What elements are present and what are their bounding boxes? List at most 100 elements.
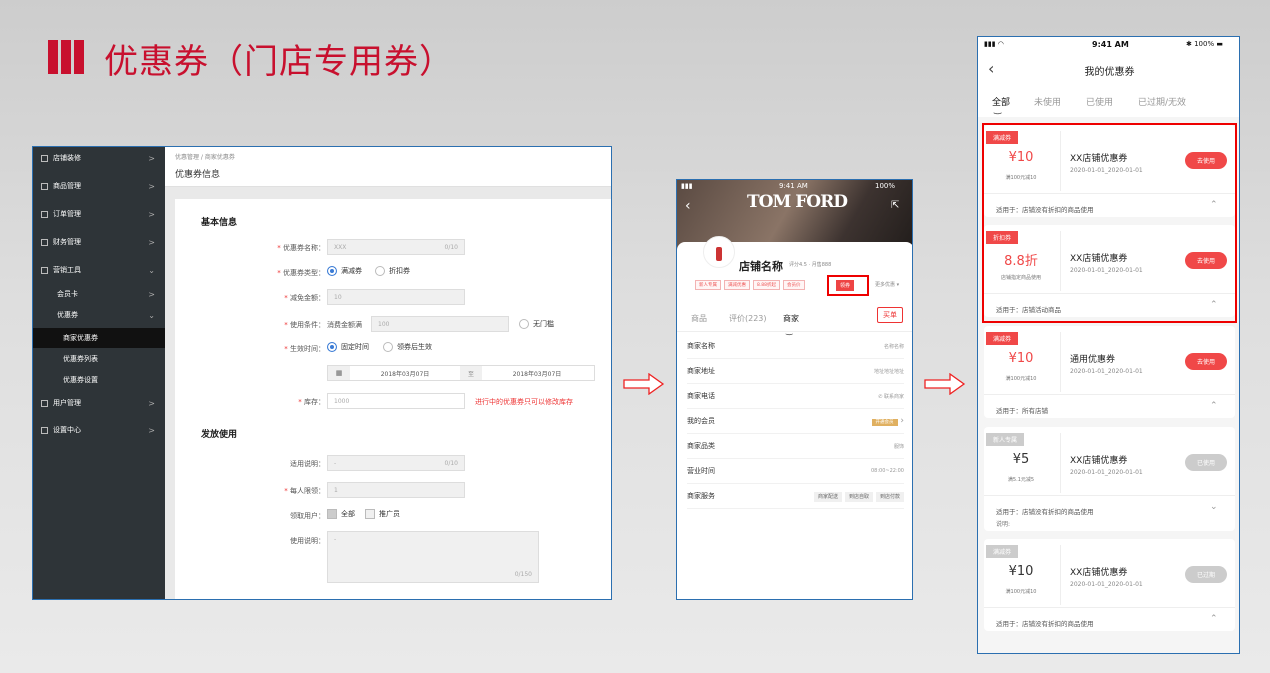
coupon-amount: ¥5	[1012, 452, 1030, 467]
merchant-info-row[interactable]: 我的会员 开通会员 ›	[687, 409, 904, 434]
chevron-down-icon[interactable]: ⌄	[1210, 502, 1218, 512]
date-separator: 至	[460, 366, 482, 380]
admin-panel: 店铺装修 > 商品管理 > 订单管理 > 财务管理 > 营销工具 ⌄ 会员卡 > 优惠券 ⌄ 商家优惠券 优惠…	[32, 146, 612, 600]
menu-icon	[41, 399, 48, 407]
sidebar-item[interactable]: 优惠券列表	[33, 349, 165, 369]
sidebar-item-label: 财务管理	[53, 238, 81, 246]
coupon-amount: ¥10	[1008, 351, 1034, 366]
merchant-info-row[interactable]: 商家服务 商家配送 到店自取 到店付款	[687, 484, 904, 509]
shop-name: 店铺名称	[739, 260, 783, 273]
coupon-name-input[interactable]: XXX 0/10	[327, 239, 465, 255]
sidebar-item[interactable]: 优惠券 ⌄	[33, 305, 165, 325]
chevron-icon: >	[148, 237, 155, 247]
sidebar-item[interactable]: 商家优惠券	[33, 328, 165, 348]
coupon-condition: 满100元减10	[1005, 589, 1037, 595]
sidebar-item[interactable]: 营销工具 ⌄	[33, 260, 165, 280]
chevron-up-icon[interactable]: ⌃	[1210, 614, 1218, 624]
shop-logo	[703, 236, 735, 268]
date-range-picker[interactable]: ▦ 2018年03月07日 至 2018年03月07日	[327, 365, 595, 381]
coupon-scope: 适用于：店铺没有折扣的商品使用	[996, 508, 1094, 516]
coupon-action-button: 已过期	[1185, 566, 1227, 583]
sidebar-item[interactable]: 设置中心 >	[33, 420, 165, 440]
row-value: 名称名称	[883, 343, 904, 350]
admin-sidebar: 店铺装修 > 商品管理 > 订单管理 > 财务管理 > 营销工具 ⌄ 会员卡 > 优惠券 ⌄ 商家优惠券 优惠…	[33, 147, 165, 599]
start-date: 2018年03月07日	[380, 370, 430, 378]
chevron-icon: >	[148, 181, 155, 191]
form-card: 基本信息 * 优惠券名称： XXX 0/10 * 优惠券类型： 满减券 折扣券 *…	[175, 199, 611, 599]
usage-textarea[interactable]: -0/150	[327, 531, 539, 583]
merchant-info-row[interactable]: 商家品类 服饰	[687, 434, 904, 459]
coupon-scope: 适用于：所有店铺	[996, 407, 1048, 415]
more-offers-link[interactable]: 更多优惠 ▾	[875, 281, 899, 288]
effective-time-label: * 生效时间：	[284, 345, 325, 353]
user-checkbox-all[interactable]: 全部	[327, 509, 355, 519]
coupon-card: 满减券 ¥10 满100元减10 XX店铺优惠券 2020-01-01_2020-01-…	[984, 539, 1235, 631]
sidebar-item[interactable]: 财务管理 >	[33, 232, 165, 252]
no-threshold-radio[interactable]: 无门槛	[519, 319, 554, 329]
type-radio-discount[interactable]: 折扣券	[375, 266, 410, 276]
service-chip: 到店付款	[875, 491, 904, 502]
admin-header: 优惠管理 / 商家优惠券 优惠券信息	[165, 147, 611, 187]
service-chip: 商家配送	[813, 491, 842, 502]
service-chip: 到店自取	[844, 491, 873, 502]
back-icon[interactable]: ‹	[685, 198, 691, 214]
coupon-date: 2020-01-01_2020-01-01	[1070, 581, 1143, 588]
share-icon[interactable]: ⇱	[891, 200, 899, 211]
sidebar-item-label: 优惠券设置	[63, 376, 98, 384]
reduce-amount-input[interactable]: 10	[327, 289, 465, 305]
sidebar-item[interactable]: 商品管理 >	[33, 176, 165, 196]
coupon-action-button[interactable]: 去使用	[1185, 353, 1227, 370]
tab-used[interactable]: 已使用	[1086, 95, 1113, 108]
row-value: 地址地址地址	[873, 368, 904, 375]
coupon-tabs: 全部 未使用 已使用 已过期/无效 ‿	[978, 85, 1239, 117]
chevron-up-icon[interactable]: ⌃	[1210, 401, 1218, 411]
coupon-type-badge: 新人专属	[986, 433, 1025, 446]
condition-input[interactable]: 100	[371, 316, 509, 332]
time-radio-fixed[interactable]: 固定时间	[327, 342, 369, 352]
sidebar-item[interactable]: 会员卡 >	[33, 284, 165, 304]
stock-input[interactable]: 1000	[327, 393, 465, 409]
end-date: 2018年03月07日	[512, 370, 562, 378]
sidebar-item[interactable]: 优惠券设置	[33, 370, 165, 390]
merchant-info-row[interactable]: 商家名称 名称名称	[687, 334, 904, 359]
per-user-limit-input[interactable]: 1	[327, 482, 465, 498]
use-condition-label: * 使用条件：	[284, 321, 325, 329]
merchant-info-row[interactable]: 商家地址 地址地址地址	[687, 359, 904, 384]
sidebar-item-label: 会员卡	[57, 290, 78, 298]
user-checkbox-promoter[interactable]: 推广员	[365, 509, 400, 519]
merchant-info-row[interactable]: 营业时间 08:00~22:00	[687, 459, 904, 484]
tab-unused[interactable]: 未使用	[1034, 95, 1061, 108]
sidebar-item[interactable]: 用户管理 >	[33, 393, 165, 413]
status-bar: ▮▮▮ ◠ 9:41 AM ✱ 100% ▬	[978, 37, 1239, 55]
time-radio-after-claim[interactable]: 领券后生效	[383, 342, 432, 352]
highlight-box	[827, 275, 869, 296]
tab-merchant[interactable]: 商家	[783, 313, 799, 324]
coupon-name: XX店铺优惠券	[1070, 568, 1128, 578]
usage-label: 使用说明：	[290, 537, 325, 545]
chevron-icon: ⌄	[148, 310, 155, 320]
coupon-card: 满减券 ¥10 满100元减10 通用优惠券 2020-01-01_2020-01-01…	[984, 326, 1235, 418]
menu-icon	[41, 266, 48, 274]
per-user-limit-label: * 每人限领：	[284, 487, 325, 495]
arrow-right-icon	[924, 373, 966, 395]
coupon-date: 2020-01-01_2020-01-01	[1070, 469, 1143, 476]
chevron-right-icon: ›	[897, 416, 904, 426]
tab-expired[interactable]: 已过期/无效	[1138, 95, 1186, 108]
type-radio-reduce[interactable]: 满减券	[327, 266, 362, 276]
pay-bill-button[interactable]: 买单	[877, 307, 903, 323]
merchant-info-row[interactable]: 商家电话 ✆ 联系商家	[687, 384, 904, 409]
sidebar-item[interactable]: 店铺装修 >	[33, 148, 165, 168]
tab-goods[interactable]: 商品	[691, 313, 707, 324]
row-value: ✆ 联系商家	[878, 393, 904, 400]
menu-icon	[41, 210, 48, 218]
coupon-name: XX店铺优惠券	[1070, 456, 1128, 466]
section-distribution: 发放使用	[201, 430, 238, 440]
description-input[interactable]: -0/10	[327, 455, 465, 471]
chevron-icon: >	[148, 289, 155, 299]
breadcrumb[interactable]: 优惠管理 / 商家优惠券	[175, 152, 235, 161]
admin-page-title: 优惠券信息	[175, 170, 221, 180]
section-basic-info: 基本信息	[201, 218, 238, 228]
sidebar-item[interactable]: 订单管理 >	[33, 204, 165, 224]
row-key: 商家地址	[687, 367, 715, 375]
tab-reviews[interactable]: 评价(223)	[729, 313, 767, 324]
